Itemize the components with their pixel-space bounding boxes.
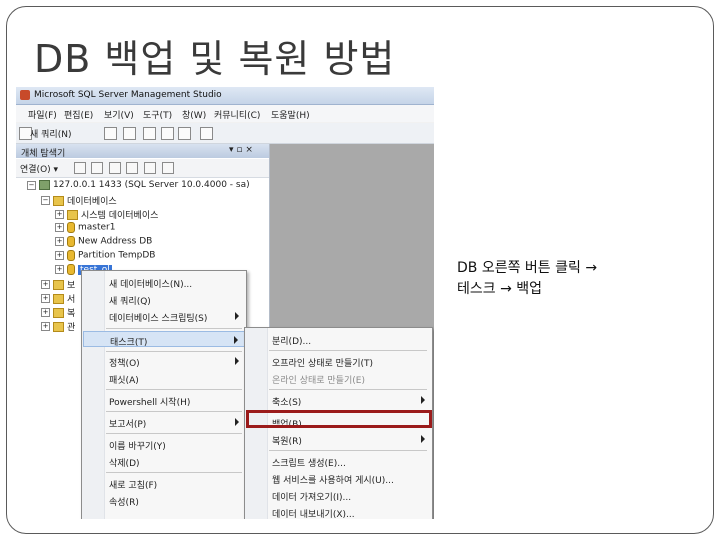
ssms-app-icon: [20, 90, 30, 100]
tree-system-databases[interactable]: + 시스템 데이터베이스: [55, 208, 158, 221]
toolbar: 새 쿼리(N): [16, 123, 434, 144]
database-icon: [67, 236, 75, 247]
object-explorer-toolbar: 연결(O) ▾: [16, 159, 269, 178]
copy-icon[interactable]: [123, 127, 136, 140]
database-icon: [67, 250, 75, 261]
folder-icon: [53, 293, 64, 304]
database-icon: [67, 264, 75, 275]
expand-icon[interactable]: +: [55, 210, 64, 219]
submenu-detach[interactable]: 분리(D)...: [246, 331, 431, 347]
menu-properties[interactable]: 속성(R): [83, 492, 245, 508]
window-title: Microsoft SQL Server Management Studio: [34, 90, 222, 100]
tree-folder-replication[interactable]: + 복: [41, 306, 75, 319]
menu-reports[interactable]: 보고서(P): [83, 414, 245, 430]
collapse-icon[interactable]: −: [27, 180, 36, 190]
ssms-screenshot: Microsoft SQL Server Management Studio 파…: [16, 87, 434, 519]
submenu-shrink[interactable]: 축소(S): [246, 392, 431, 408]
menu-file[interactable]: 파일(F): [28, 108, 57, 121]
expand-icon[interactable]: +: [55, 265, 64, 274]
submenu-bring-online[interactable]: 온라인 상태로 만들기(E): [246, 370, 431, 386]
folder-icon: [53, 195, 64, 206]
submenu-arrow-icon: [235, 357, 239, 365]
filter-icon[interactable]: [126, 162, 138, 174]
submenu-arrow-icon: [235, 312, 239, 320]
menu-script-database[interactable]: 데이터베이스 스크립팅(S): [83, 308, 245, 324]
menubar: 파일(F) 편집(E) 보기(V) 도구(T) 창(W) 커뮤니티(C) 도움말…: [16, 105, 434, 122]
submenu-arrow-icon: [421, 396, 425, 404]
caption-line-2: 테스크 → 백업: [457, 281, 543, 297]
submenu-generate-scripts[interactable]: 스크립트 생성(E)...: [246, 453, 431, 469]
slide-title: DB 백업 및 복원 방법: [34, 37, 396, 81]
menu-facets[interactable]: 패싯(A): [83, 370, 245, 386]
activity-monitor-icon[interactable]: [200, 127, 213, 140]
tree-server[interactable]: −127.0.0.1 1433 (SQL Server 10.0.4000 - …: [27, 180, 250, 193]
tree-db-partition[interactable]: + Partition TempDB: [55, 250, 155, 263]
backup-highlight-box: [246, 410, 432, 428]
menu-tools[interactable]: 도구(T): [143, 108, 172, 121]
tree-folder-server-objects[interactable]: + 서: [41, 292, 75, 305]
refresh-icon[interactable]: [144, 162, 156, 174]
object-explorer-header: 개체 탐색기 ▾ ▫ ×: [16, 144, 269, 159]
new-query-button[interactable]: 새 쿼리(N): [30, 127, 71, 140]
expand-icon[interactable]: +: [55, 223, 64, 232]
open-folder-icon[interactable]: [143, 127, 156, 140]
menu-edit[interactable]: 편집(E): [64, 108, 93, 121]
tree-databases[interactable]: − 데이터베이스: [41, 194, 117, 207]
save-all-icon[interactable]: [178, 127, 191, 140]
menu-view[interactable]: 보기(V): [104, 108, 134, 121]
database-icon: [67, 222, 75, 233]
tree-db-master1[interactable]: + master1: [55, 222, 115, 235]
tree-folder-security[interactable]: + 보: [41, 278, 75, 291]
tree-db-new-address[interactable]: + New Address DB: [55, 236, 152, 249]
submenu-restore[interactable]: 복원(R): [246, 431, 431, 447]
pane-controls[interactable]: ▾ ▫ ×: [229, 145, 253, 155]
menu-community[interactable]: 커뮤니티(C): [214, 108, 260, 121]
expand-icon[interactable]: +: [41, 294, 50, 303]
submenu-arrow-icon: [234, 336, 238, 344]
object-explorer-title: 개체 탐색기: [21, 149, 66, 159]
menu-window[interactable]: 창(W): [182, 108, 206, 121]
expand-icon[interactable]: +: [41, 280, 50, 289]
server-icon: [39, 180, 50, 190]
expand-icon[interactable]: +: [41, 322, 50, 331]
caption-line-1: DB 오른쪽 버튼 클릭 →: [457, 260, 598, 276]
submenu-export-data[interactable]: 데이터 내보내기(X)...: [246, 504, 431, 519]
expand-icon[interactable]: +: [55, 251, 64, 260]
folder-icon: [53, 279, 64, 290]
new-file-icon[interactable]: [104, 127, 117, 140]
menu-delete[interactable]: 삭제(D): [83, 453, 245, 469]
save-icon[interactable]: [161, 127, 174, 140]
folder-icon: [53, 321, 64, 332]
submenu-arrow-icon: [235, 418, 239, 426]
window-titlebar: Microsoft SQL Server Management Studio: [16, 87, 434, 105]
menu-policies[interactable]: 정책(O): [83, 353, 245, 369]
menu-new-query[interactable]: 새 쿼리(Q): [83, 291, 245, 307]
submenu-arrow-icon: [421, 435, 425, 443]
menu-start-powershell[interactable]: Powershell 시작(H): [83, 392, 245, 408]
connect-button[interactable]: 연결(O) ▾: [20, 162, 58, 175]
disconnect-icon[interactable]: [91, 162, 103, 174]
menu-rename[interactable]: 이름 바꾸기(Y): [83, 436, 245, 452]
connect-icon[interactable]: [74, 162, 86, 174]
submenu-take-offline[interactable]: 오프라인 상태로 만들기(T): [246, 353, 431, 369]
expand-icon[interactable]: +: [41, 308, 50, 317]
summary-icon[interactable]: [162, 162, 174, 174]
tree-folder-management[interactable]: + 관: [41, 320, 75, 333]
menu-new-database[interactable]: 새 데이터베이스(N)...: [83, 274, 245, 290]
menu-help[interactable]: 도움말(H): [271, 108, 310, 121]
folder-icon: [67, 209, 78, 220]
menu-tasks[interactable]: 태스크(T): [83, 331, 245, 348]
submenu-import-data[interactable]: 데이터 가져오기(I)...: [246, 487, 431, 503]
expand-icon[interactable]: +: [55, 237, 64, 246]
collapse-icon[interactable]: −: [41, 196, 50, 205]
menu-refresh[interactable]: 새로 고침(F): [83, 475, 245, 491]
stop-icon[interactable]: [109, 162, 121, 174]
folder-icon: [53, 307, 64, 318]
slide-caption: DB 오른쪽 버튼 클릭 → 테스크 → 백업: [457, 258, 597, 300]
submenu-publish-web-service[interactable]: 웹 서비스를 사용하여 게시(U)...: [246, 470, 431, 486]
database-context-menu: 새 데이터베이스(N)... 새 쿼리(Q) 데이터베이스 스크립팅(S) 태스…: [81, 270, 247, 519]
